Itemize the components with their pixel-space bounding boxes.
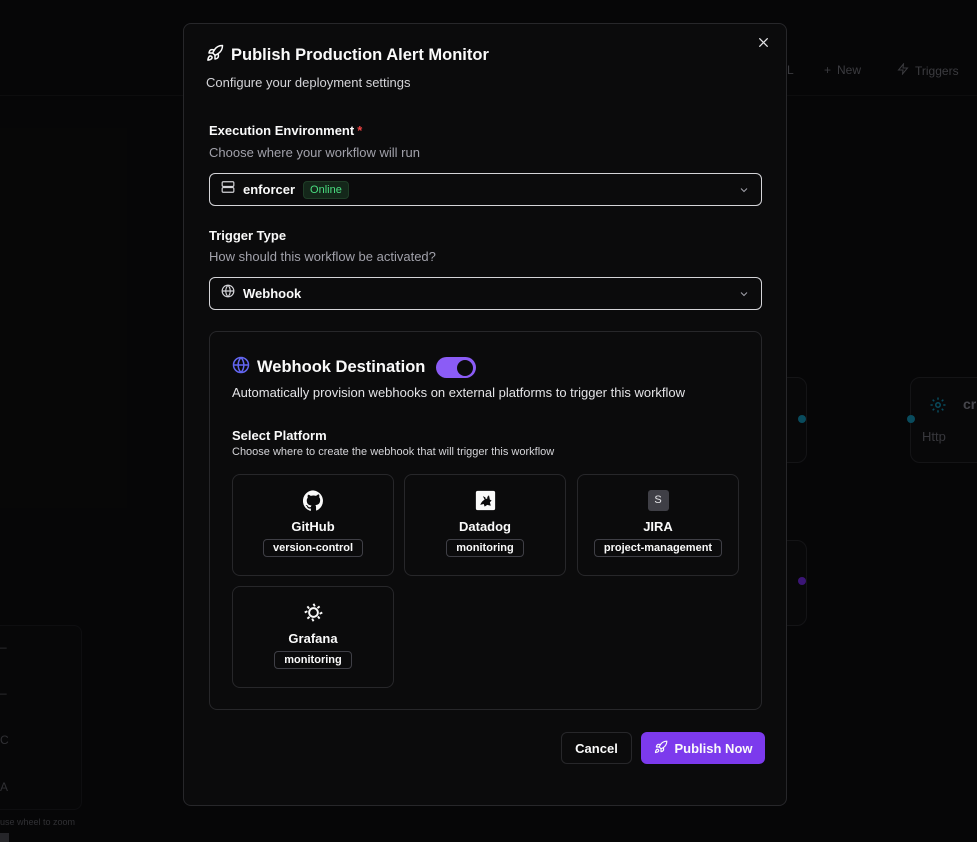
dialog-title-text: Publish Production Alert Monitor <box>231 46 489 64</box>
select-platform-label: Select Platform <box>232 428 327 443</box>
platform-tag: monitoring <box>446 539 524 557</box>
globe-icon <box>232 356 250 379</box>
platform-name: Datadog <box>459 519 511 534</box>
cancel-button[interactable]: Cancel <box>561 732 632 764</box>
platform-name: Grafana <box>288 631 338 646</box>
trigger-type-label: Trigger Type <box>209 228 287 243</box>
webhook-destination-toggle[interactable] <box>436 357 477 378</box>
dialog-header: Publish Production Alert Monitor Configu… <box>206 44 489 90</box>
platform-option-github[interactable]: GitHub version-control <box>232 474 394 576</box>
publish-now-button[interactable]: Publish Now <box>641 732 765 764</box>
execution-environment-description: Choose where your workflow will run <box>209 145 420 160</box>
platform-name: GitHub <box>291 519 335 534</box>
publish-dialog: Publish Production Alert Monitor Configu… <box>183 23 787 806</box>
trigger-type-select[interactable]: Webhook <box>209 277 762 310</box>
webhook-destination-title: Webhook Destination <box>257 358 426 376</box>
toggle-knob <box>457 359 474 376</box>
execution-environment-value: enforcer <box>243 182 296 197</box>
globe-icon <box>221 284 235 303</box>
chevron-down-icon <box>738 288 750 300</box>
select-platform-description: Choose where to create the webhook that … <box>232 446 555 458</box>
webhook-destination-card: Webhook Destination Automatically provis… <box>209 331 762 710</box>
datadog-icon <box>475 489 496 511</box>
close-button[interactable] <box>754 36 772 54</box>
publish-now-label: Publish Now <box>674 740 753 756</box>
server-icon <box>221 180 235 199</box>
platform-option-jira[interactable]: S JIRA project-management <box>577 474 739 576</box>
execution-environment-label: Execution Environment * <box>209 123 363 138</box>
github-icon <box>302 489 324 511</box>
chevron-down-icon <box>738 184 750 196</box>
platform-tag: project-management <box>593 539 723 557</box>
execution-environment-select[interactable]: enforcer Online <box>209 173 762 206</box>
platform-tag: version-control <box>262 539 364 557</box>
platform-tag: monitoring <box>274 651 352 669</box>
trigger-type-description: How should this workflow be activated? <box>209 249 436 264</box>
jira-icon: S <box>647 489 669 511</box>
webhook-destination-header: Webhook Destination <box>232 356 477 379</box>
rocket-icon <box>206 44 224 67</box>
grafana-icon <box>303 601 324 623</box>
close-icon <box>757 36 770 54</box>
webhook-destination-description: Automatically provision webhooks on exte… <box>232 385 686 400</box>
rocket-icon <box>654 740 668 757</box>
trigger-type-value: Webhook <box>243 286 302 301</box>
required-marker: * <box>357 123 363 138</box>
dialog-title: Publish Production Alert Monitor <box>206 44 489 67</box>
platform-option-grafana[interactable]: Grafana monitoring <box>232 586 394 688</box>
platform-option-datadog[interactable]: Datadog monitoring <box>404 474 566 576</box>
platform-name: JIRA <box>643 519 673 534</box>
dialog-subtitle: Configure your deployment settings <box>206 75 411 90</box>
status-badge: Online <box>303 180 349 199</box>
